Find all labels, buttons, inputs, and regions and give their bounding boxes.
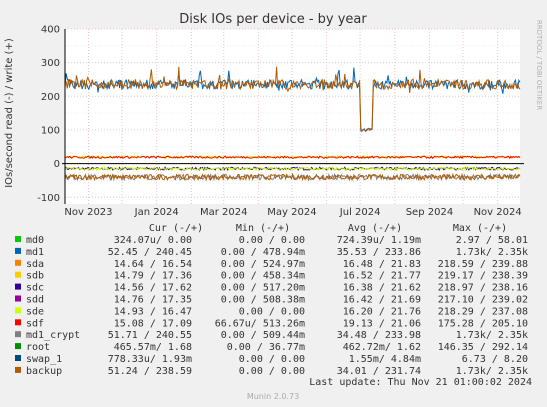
legend-value: 16.52 / 21.77 [343,271,421,282]
legend-value: 0.00 / 0.00 [239,235,305,246]
legend-value: 0.00 / 0.00 [239,306,305,317]
legend-column-header: Min (-/+) [236,223,290,234]
munin-version: Munin 2.0.73 [247,392,299,401]
legend-series-name: swap_1 [26,354,62,365]
legend-value: 35.53 / 233.86 [337,247,421,258]
legend-value: 16.38 / 21.62 [343,283,421,294]
legend-swatch [15,355,21,361]
legend-value: 14.79 / 17.36 [114,271,192,282]
y-tick-label: 200 [41,92,60,103]
x-tick-label: Nov 2023 [64,207,112,218]
legend-series-name: root [26,342,50,353]
legend-value: 34.48 / 233.98 [337,330,421,341]
legend-value: 15.08 / 17.09 [114,318,192,329]
legend-value: 218.97 / 238.16 [438,283,528,294]
legend-series-name: sdf [26,318,44,329]
y-axis-label: IOs/second read (-) / write (+) [4,38,15,188]
legend-series-name: sda [26,259,44,270]
x-tick-label: Jan 2024 [134,207,179,218]
legend-value: 14.76 / 17.35 [114,295,192,306]
legend-value: 52.45 / 240.45 [108,247,192,258]
legend-value: 0.00 / 0.00 [239,366,305,377]
legend-swatch [15,319,21,326]
legend-value: 1.73k/ 2.35k [456,247,528,258]
legend-value: 324.07u/ 0.00 [114,235,192,246]
legend-series-name: md0 [26,235,44,246]
legend-series-name: md1 [26,247,44,258]
legend-swatch [15,283,21,290]
legend-value: 724.39u/ 1.19m [337,235,421,246]
legend-value: 51.71 / 240.55 [108,330,192,341]
y-tick-label: 0 [54,159,60,170]
x-tick-label: Mar 2024 [200,207,248,218]
legend-column-header: Max (-/+) [453,223,507,234]
legend-value: 0.00 / 517.20m [221,283,305,294]
legend-value: 1.73k/ 2.35k [456,366,528,377]
legend-series-name: sdd [26,295,44,306]
legend-value: 462.72m/ 1.62 [343,342,421,353]
rrdtool-watermark: RRDTOOL / TOBI OETIKER [535,20,543,110]
legend-swatch [15,295,21,302]
legend-series-name: backup [26,366,62,377]
x-tick-label: May 2024 [267,207,316,218]
x-tick-label: Jul 2024 [339,207,381,218]
legend-value: 0.00 / 524.97m [221,259,305,270]
legend-value: 14.64 / 16.54 [114,259,192,270]
legend-column-header: Cur (-/+) [149,223,203,234]
legend-value: 16.20 / 21.76 [343,306,421,317]
legend-value: 34.01 / 231.74 [337,366,421,377]
legend-series-name: md1_crypt [26,330,80,341]
legend-value: 0.00 / 509.44m [221,330,305,341]
legend-swatch [15,271,21,278]
x-tick-label: Nov 2024 [474,207,522,218]
legend-value: 218.29 / 237.08 [438,306,528,317]
chart-title: Disk IOs per device - by year [179,12,367,27]
legend-value: 19.13 / 21.06 [343,318,421,329]
legend-series-name: sde [26,306,44,317]
legend-value: 0.00 / 458.34m [221,271,305,282]
legend-value: 0.00 / 508.38m [221,295,305,306]
legend-value: 66.67u/ 513.26m [215,318,305,329]
legend-value: 14.93 / 16.47 [114,306,192,317]
legend-swatch [15,343,21,350]
legend-series-name: sdc [26,283,44,294]
y-tick-label: 400 [41,25,60,36]
legend-swatch [15,236,21,242]
legend-value: 778.33u/ 1.93m [108,354,192,365]
legend-series-name: sdb [26,271,44,282]
legend-value: 1.73k/ 2.35k [456,330,528,341]
legend-swatch [15,259,21,266]
legend-value: 0.00 / 0.00 [239,354,305,365]
disk-io-chart: Disk IOs per device - by year IOs/second… [0,0,547,407]
legend-value: 16.42 / 21.69 [343,295,421,306]
legend-swatch [15,331,21,338]
legend-swatch [15,307,21,314]
legend-value: 51.24 / 238.59 [108,366,192,377]
legend-value: 465.57m/ 1.68 [114,342,192,353]
legend-value: 175.28 / 205.10 [438,318,528,329]
legend-value: 2.97 / 58.01 [456,235,528,246]
legend-value: 14.56 / 17.62 [114,283,192,294]
legend-value: 0.00 / 478.94m [221,247,305,258]
x-tick-label: Sep 2024 [406,207,453,218]
legend-swatch [15,247,21,254]
legend-value: 218.59 / 239.88 [438,259,528,270]
legend-swatch [15,366,21,373]
y-tick-label: 300 [41,58,60,69]
legend-value: 0.00 / 36.77m [227,342,305,353]
legend-value: 1.55m/ 4.84m [349,354,421,365]
legend-value: 217.10 / 239.02 [438,295,528,306]
legend-column-header: Avg (-/+) [348,223,402,234]
y-tick-label: 100 [41,125,60,136]
y-tick-label: -100 [37,193,60,204]
last-update: Last update: Thu Nov 21 01:00:02 2024 [309,377,532,388]
legend-value: 219.17 / 238.39 [438,271,528,282]
legend-value: 146.35 / 292.14 [438,342,528,353]
legend-value: 16.48 / 21.83 [343,259,421,270]
legend-value: 6.73 / 8.20 [462,354,528,365]
